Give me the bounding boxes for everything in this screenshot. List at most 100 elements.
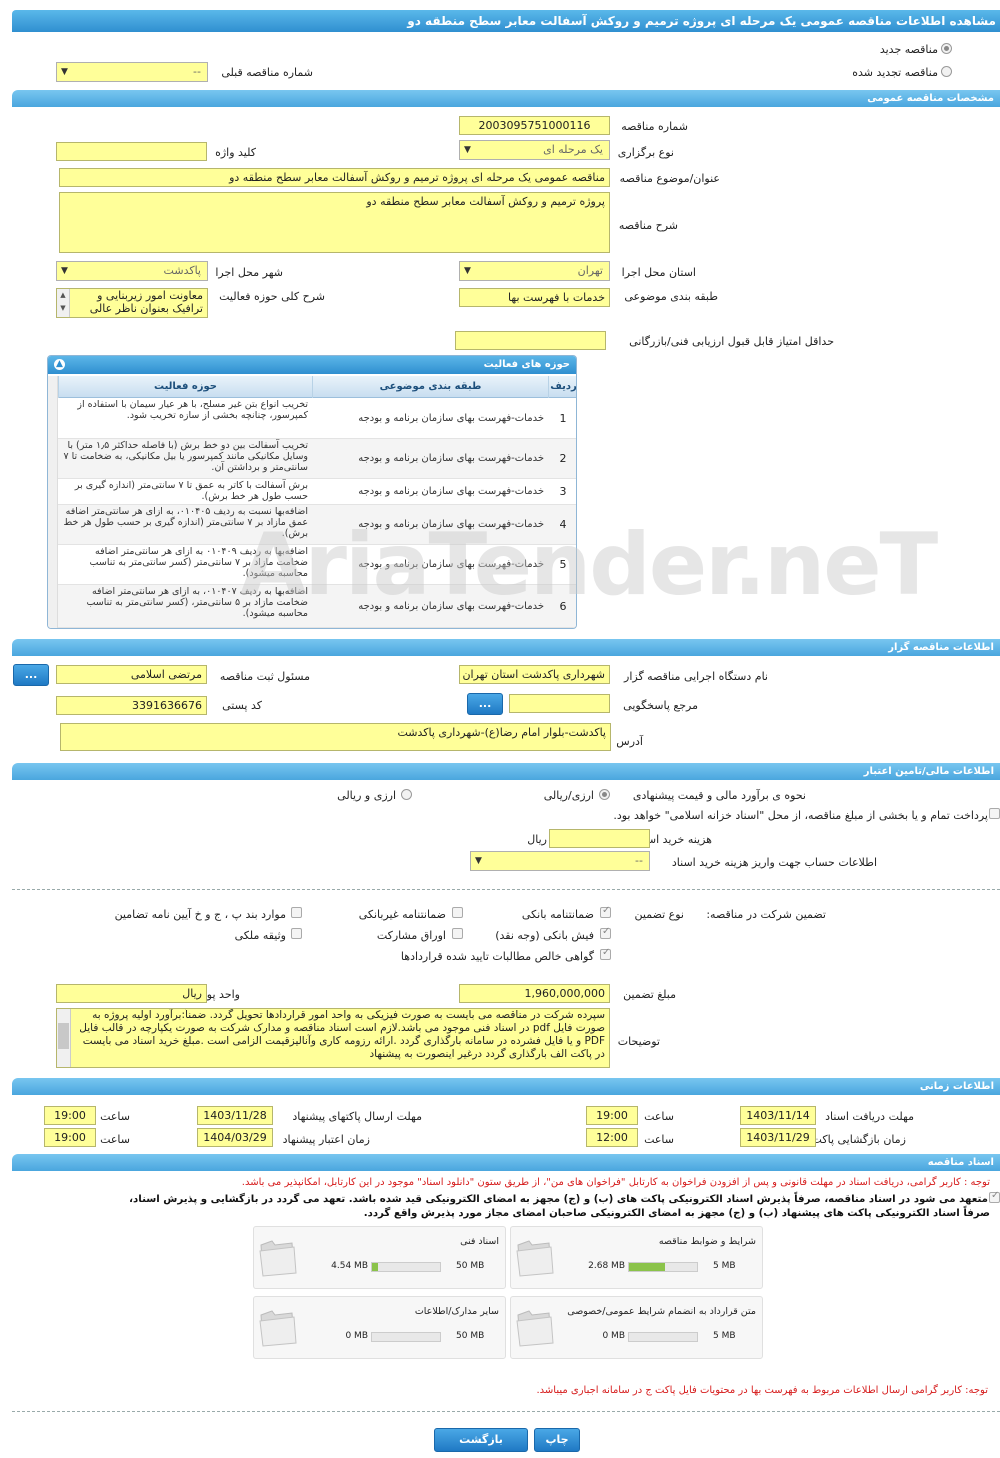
row-category: خدمات-فهرست بهای سازمان برنامه و بودجه — [358, 519, 544, 530]
doc-card-progress-fill — [629, 1263, 666, 1271]
city-value: پاکدشت — [163, 264, 201, 277]
category-label: طبقه بندی موضوعی — [624, 290, 718, 303]
timing-section-header: اطلاعات زمانی — [12, 1078, 1000, 1095]
folder-icon — [259, 1240, 297, 1277]
nonbank-guarantee-label: ضمانتنامه غیربانکی — [358, 908, 446, 921]
bank-check-checkbox[interactable] — [600, 926, 611, 939]
doc-card-max: 5 MB — [713, 1331, 736, 1341]
prev-number-select[interactable]: -- ▼ — [56, 62, 208, 82]
row-activity: برش آسفالت با کاتر به عمق تا ۷ سانتی‌متر… — [74, 480, 308, 502]
divider — [12, 889, 1000, 890]
keyword-label: کلید واژه — [215, 146, 256, 159]
holding-type-select[interactable]: یک مرحله ای ▼ — [459, 140, 610, 160]
tender-number-label: شماره مناقصه — [621, 120, 688, 133]
city-select[interactable]: پاکدشت ▼ — [56, 261, 208, 281]
row-activity: اضافه‌بها نسبت به ردیف ۰۱۰۴۰۵، به ازای ه… — [63, 506, 308, 539]
collapse-icon[interactable]: ▲ — [54, 359, 65, 370]
receive-label: مهلت دریافت اسناد — [825, 1110, 914, 1123]
row-category: خدمات-فهرست بهای سازمان برنامه و بودجه — [358, 486, 544, 497]
doc-card-conditions[interactable]: شرایط و ضوابط مناقصه 2.68 MB 5 MB — [510, 1226, 763, 1289]
validity-label: زمان اعتبار پیشنهاد — [282, 1133, 370, 1146]
reference-more-button[interactable]: ... — [467, 693, 503, 715]
doc-card-used: 4.54 MB — [331, 1261, 368, 1271]
notes-scrollbar[interactable] — [57, 1009, 71, 1067]
province-value: تهران — [577, 264, 603, 277]
estimate-both-radio[interactable] — [401, 789, 412, 800]
prev-number-label: شماره مناقصه قبلی — [221, 66, 313, 79]
treasury-checkbox[interactable] — [989, 808, 1000, 819]
min-score-field — [455, 331, 606, 350]
row-activity: تخریب انواع بتن غیر مسلح، با هر عیار سیم… — [77, 399, 308, 421]
bank-guarantee-checkbox[interactable] — [600, 905, 611, 918]
organizer-section-header: اطلاعات مناقصه گزار — [12, 639, 1000, 656]
notes-scrollbar-thumb[interactable] — [58, 1023, 69, 1049]
estimate-both-label: ارزی و ریالی — [337, 789, 396, 802]
property-checkbox[interactable] — [291, 928, 302, 939]
commitment-checkbox[interactable] — [989, 1190, 1000, 1203]
bonds-checkbox[interactable] — [452, 928, 463, 939]
activities-scrollbar[interactable] — [48, 376, 58, 628]
doc-card-contract[interactable]: متن قرارداد به انضمام شرایط عمومی/خصوصی … — [510, 1296, 763, 1359]
validity-time-label: ساعت — [100, 1133, 130, 1146]
doc-card-title: سایر مدارک/اطلاعات — [414, 1306, 499, 1317]
doc-card-max: 5 MB — [713, 1261, 736, 1271]
notes-label: توضیحات — [617, 1035, 660, 1048]
account-select[interactable]: -- ▼ — [470, 851, 650, 871]
doc-cost-unit: ریال — [527, 833, 547, 846]
chevron-down-icon: ▼ — [61, 266, 68, 276]
chevron-down-icon: ▼ — [464, 145, 471, 155]
doc-card-other[interactable]: سایر مدارک/اطلاعات 0 MB 50 MB — [253, 1296, 506, 1359]
row-number: 1 — [559, 411, 567, 425]
row-activity: اضافه‌بها به ردیف ۰۱۰۴۰۷، به ازای هر سان… — [86, 586, 308, 619]
nonbank-guarantee-checkbox[interactable] — [452, 907, 463, 918]
row-activity: اضافه‌بها به ردیف ۰۱۰۴۰۹ به ازای هر سانت… — [89, 546, 308, 579]
holding-type-value: یک مرحله ای — [543, 143, 603, 156]
row-activity: تخریب آسفالت بین دو خط برش (با فاصله حدا… — [63, 440, 308, 473]
open-date-field: 1403/11/29 — [740, 1128, 816, 1147]
row-number: 2 — [559, 452, 567, 465]
print-button[interactable]: چاپ — [534, 1428, 580, 1452]
currency-field: ریال — [56, 984, 207, 1003]
province-select[interactable]: تهران ▼ — [459, 261, 610, 281]
property-label: وثیقه ملکی — [234, 929, 286, 942]
folder-icon — [516, 1240, 554, 1277]
bonds-label: اوراق مشارکت — [376, 929, 446, 942]
renewed-tender-radio[interactable] — [941, 66, 952, 77]
category-field: خدمات با فهرست بها — [459, 288, 610, 307]
table-row: 4 خدمات-فهرست بهای سازمان برنامه و بودجه… — [58, 505, 576, 545]
activities-title: حوزه های فعالیت — [483, 359, 570, 370]
doc-card-max: 50 MB — [456, 1331, 485, 1341]
account-value: -- — [635, 854, 643, 867]
registrar-more-button[interactable]: ... — [13, 664, 49, 686]
subject-field: مناقصه عمومی یک مرحله ای پروژه ترمیم و ر… — [59, 168, 610, 187]
activity-scope-scrollbar[interactable]: ▲ ▼ — [57, 289, 70, 317]
guarantee-type-label: نوع تضمین — [634, 908, 684, 921]
bank-check-label: فیش بانکی (وجه نقد) — [495, 929, 594, 942]
col-category-header: طبقه بندی موضوعی — [312, 376, 548, 398]
activity-scope-field: معاونت امور زیربنایی و ترافیک بعنوان ناظ… — [56, 288, 208, 318]
treasury-text: پرداخت تمام و یا بخشی از مبلغ مناقصه، از… — [613, 809, 988, 822]
activities-rows: 1 خدمات-فهرست بهای سازمان برنامه و بودجه… — [58, 398, 576, 628]
account-label: اطلاعات حساب جهت واریز هزینه خرید اسناد — [671, 856, 877, 869]
back-button[interactable]: بازگشت — [434, 1428, 528, 1452]
page-title: مشاهده اطلاعات مناقصه عمومی یک مرحله ای … — [12, 10, 1000, 32]
org-name-label: نام دستگاه اجرایی مناقصه گزار — [624, 670, 768, 683]
renewed-tender-label: مناقصه تجدید شده — [852, 66, 938, 79]
clause-checkbox[interactable] — [291, 907, 302, 918]
new-tender-radio[interactable] — [941, 43, 952, 54]
doc-card-technical[interactable]: اسناد فنی 4.54 MB 50 MB — [253, 1226, 506, 1289]
row-number: 4 — [559, 518, 567, 531]
receive-time-label: ساعت — [644, 1110, 674, 1123]
row-category: خدمات-فهرست بهای سازمان برنامه و بودجه — [358, 453, 544, 464]
chevron-down-icon: ▼ — [475, 856, 482, 866]
claims-checkbox[interactable] — [600, 947, 611, 960]
min-score-label: حداقل امتیاز قابل قبول ارزیابی فنی/بازرگ… — [629, 335, 834, 348]
commitment-text-1: متعهد می شود در اسناد مناقصه، صرفاً پذیر… — [129, 1194, 988, 1205]
activities-column-headers: ردیف طبقه بندی موضوعی حوزه فعالیت — [58, 376, 576, 398]
doc-card-title: متن قرارداد به انضمام شرایط عمومی/خصوصی — [567, 1306, 756, 1317]
receive-date-field: 1403/11/14 — [740, 1106, 816, 1125]
table-row: 3 خدمات-فهرست بهای سازمان برنامه و بودجه… — [58, 479, 576, 505]
row-category: خدمات-فهرست بهای سازمان برنامه و بودجه — [358, 412, 544, 424]
amount-field: 1,960,000,000 — [459, 984, 610, 1003]
estimate-rial-radio[interactable] — [599, 789, 610, 800]
